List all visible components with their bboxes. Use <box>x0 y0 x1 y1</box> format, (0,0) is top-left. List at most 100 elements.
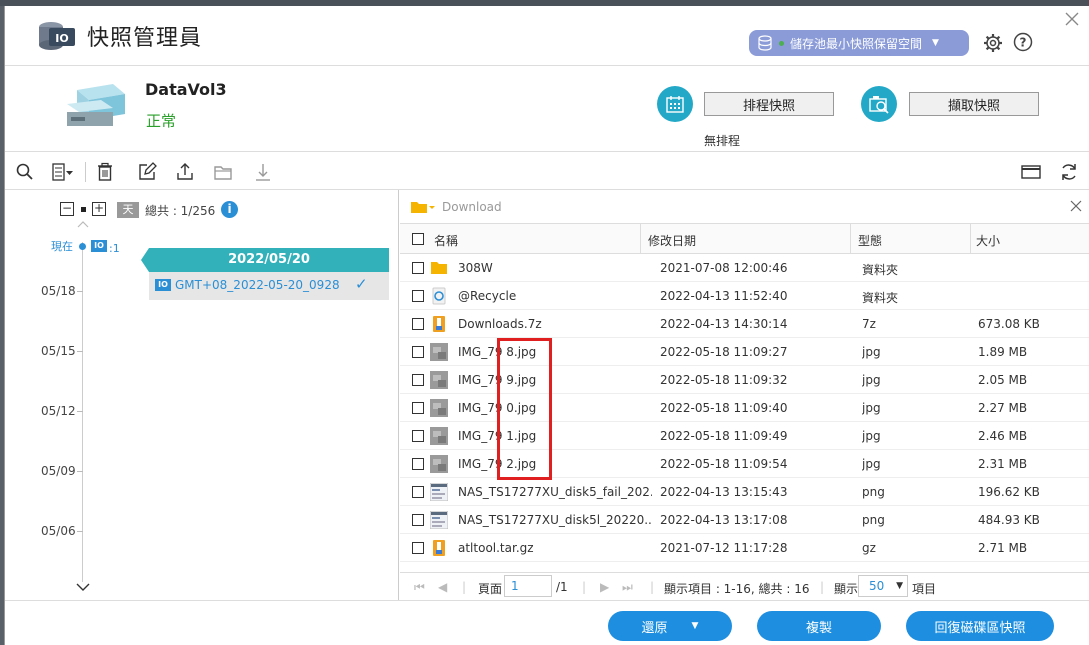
chevron-down-icon[interactable] <box>76 582 90 592</box>
restore-button[interactable]: 還原 ▼ <box>608 611 732 641</box>
snapshot-card-pointer <box>141 248 149 272</box>
upload-icon[interactable] <box>175 162 195 182</box>
page-total: /1 <box>556 580 568 594</box>
file-modified: 2021-07-12 11:17:28 <box>660 541 788 555</box>
timeline-date: 05/18 <box>41 284 76 298</box>
column-type[interactable]: 型態 <box>858 232 882 249</box>
row-checkbox[interactable] <box>412 402 424 414</box>
last-page-icon[interactable]: ⏭ <box>622 580 633 595</box>
row-checkbox[interactable] <box>412 262 424 274</box>
svg-text:IO: IO <box>55 32 68 45</box>
svg-text:?: ? <box>1020 36 1027 50</box>
file-type: jpg <box>862 373 881 387</box>
zoom-in-button[interactable]: + <box>92 202 106 216</box>
table-row[interactable]: @Recycle 2022-04-13 11:52:40 資料夾 <box>400 282 1089 310</box>
current-path: Download <box>442 200 502 214</box>
file-name: Downloads.7z <box>458 317 542 331</box>
column-size[interactable]: 大小 <box>976 232 1000 249</box>
zoom-out-button[interactable]: − <box>60 202 74 216</box>
take-snapshot-icon-button[interactable] <box>861 86 897 122</box>
file-type: jpg <box>862 401 881 415</box>
row-checkbox[interactable] <box>412 458 424 470</box>
chevron-up-icon[interactable] <box>77 220 89 228</box>
schedule-snapshot-button[interactable]: 排程快照 <box>704 92 834 116</box>
row-checkbox[interactable] <box>412 374 424 386</box>
copy-button[interactable]: 複製 <box>757 611 881 641</box>
table-row[interactable]: atltool.tar.gz 2021-07-12 11:17:28 gz 2.71 … <box>400 534 1089 562</box>
pool-reserve-button[interactable]: 儲存池最小快照保留空間 ▼ <box>749 30 969 56</box>
file-modified: 2022-04-13 14:30:14 <box>660 317 788 331</box>
panel-layout-icon[interactable] <box>1021 162 1041 182</box>
close-icon[interactable] <box>1065 12 1079 26</box>
file-modified: 2022-04-13 11:52:40 <box>660 289 788 303</box>
app-title: 快照管理員 <box>87 26 203 51</box>
table-row[interactable]: 308W 2021-07-08 12:00:46 資料夾 <box>400 254 1089 282</box>
status-dot <box>779 40 784 46</box>
snapshot-date: 2022/05/20 <box>149 248 389 272</box>
view-options-icon[interactable] <box>51 162 75 182</box>
table-row[interactable]: NAS_TS17277XU_disk5l_20220... 2022-04-13 … <box>400 506 1089 534</box>
first-page-icon[interactable]: ⏮ <box>414 580 425 595</box>
row-checkbox[interactable] <box>412 290 424 302</box>
table-row[interactable]: NAS_TS17277XU_disk5_fail_202... 2022-04-1… <box>400 478 1089 506</box>
help-icon[interactable]: ? <box>1013 32 1033 52</box>
show-label: 顯示 <box>834 582 858 596</box>
recycle-icon <box>430 287 448 305</box>
page-number-input[interactable]: 1 <box>504 575 552 597</box>
revert-volume-button[interactable]: 回復磁碟區快照 <box>906 611 1054 641</box>
take-snapshot-button[interactable]: 擷取快照 <box>909 92 1039 116</box>
snapshot-marker-icon[interactable]: IO <box>91 240 107 252</box>
row-checkbox[interactable] <box>412 486 424 498</box>
page-size-value: 50 <box>869 579 885 593</box>
page-size-select[interactable]: 50 ▼ <box>858 575 908 597</box>
file-modified: 2022-05-18 11:09:40 <box>660 401 788 415</box>
volume-status: 正常 <box>146 112 177 130</box>
file-type: jpg <box>862 429 881 443</box>
folder-open-icon[interactable] <box>213 162 233 182</box>
close-path-icon[interactable] <box>1070 200 1082 212</box>
next-page-icon[interactable]: ▶ <box>600 580 609 594</box>
row-checkbox[interactable] <box>412 346 424 358</box>
gear-icon[interactable] <box>983 33 1003 53</box>
caret-down-icon: ▼ <box>691 621 699 631</box>
row-checkbox[interactable] <box>412 542 424 554</box>
row-checkbox[interactable] <box>412 430 424 442</box>
file-modified: 2021-07-08 12:00:46 <box>660 261 788 275</box>
file-modified: 2022-04-13 13:15:43 <box>660 485 788 499</box>
timeline-tick <box>77 411 83 412</box>
archive-icon <box>430 315 448 333</box>
folder-dropdown-icon[interactable] <box>410 200 436 214</box>
screenshot-thumb-icon <box>429 482 449 502</box>
file-name: 308W <box>458 261 493 275</box>
file-modified: 2022-05-18 11:09:49 <box>660 429 788 443</box>
volume-name: DataVol3 <box>145 80 227 99</box>
schedule-snapshot-icon-button[interactable] <box>657 86 693 122</box>
file-type: jpg <box>862 457 881 471</box>
file-name: IMG_79 1.jpg <box>458 429 537 443</box>
file-size: 196.62 KB <box>978 485 1040 499</box>
snapshot-card[interactable]: 2022/05/20 IO GMT+08_2022-05-20_0928 ✓ <box>141 248 389 300</box>
path-bar: Download <box>400 190 1089 224</box>
column-modified[interactable]: 修改日期 <box>648 232 696 249</box>
download-icon[interactable] <box>253 162 273 182</box>
image-thumb-icon <box>430 371 448 389</box>
trash-icon[interactable] <box>95 162 115 182</box>
row-checkbox[interactable] <box>412 514 424 526</box>
row-checkbox[interactable] <box>412 318 424 330</box>
pager-separator: | <box>650 580 655 594</box>
info-icon[interactable]: i <box>221 201 238 218</box>
edit-icon[interactable] <box>137 162 157 182</box>
pager-separator: | <box>462 580 467 594</box>
search-icon[interactable] <box>15 162 35 182</box>
table-row[interactable]: Downloads.7z 2022-04-13 14:30:14 7z 673.08 … <box>400 310 1089 338</box>
snapshot-marker-count: :1 <box>109 242 120 255</box>
image-thumb-icon <box>430 399 448 417</box>
prev-page-icon[interactable]: ◀ <box>438 580 447 594</box>
screenshot-thumb-icon <box>429 510 449 530</box>
timeline-tick <box>77 531 83 532</box>
column-name[interactable]: 名稱 <box>434 232 458 249</box>
refresh-icon[interactable] <box>1059 162 1079 182</box>
select-all-checkbox[interactable] <box>412 233 424 245</box>
timeline-tick <box>77 351 83 352</box>
camera-snapshot-icon <box>869 96 889 114</box>
